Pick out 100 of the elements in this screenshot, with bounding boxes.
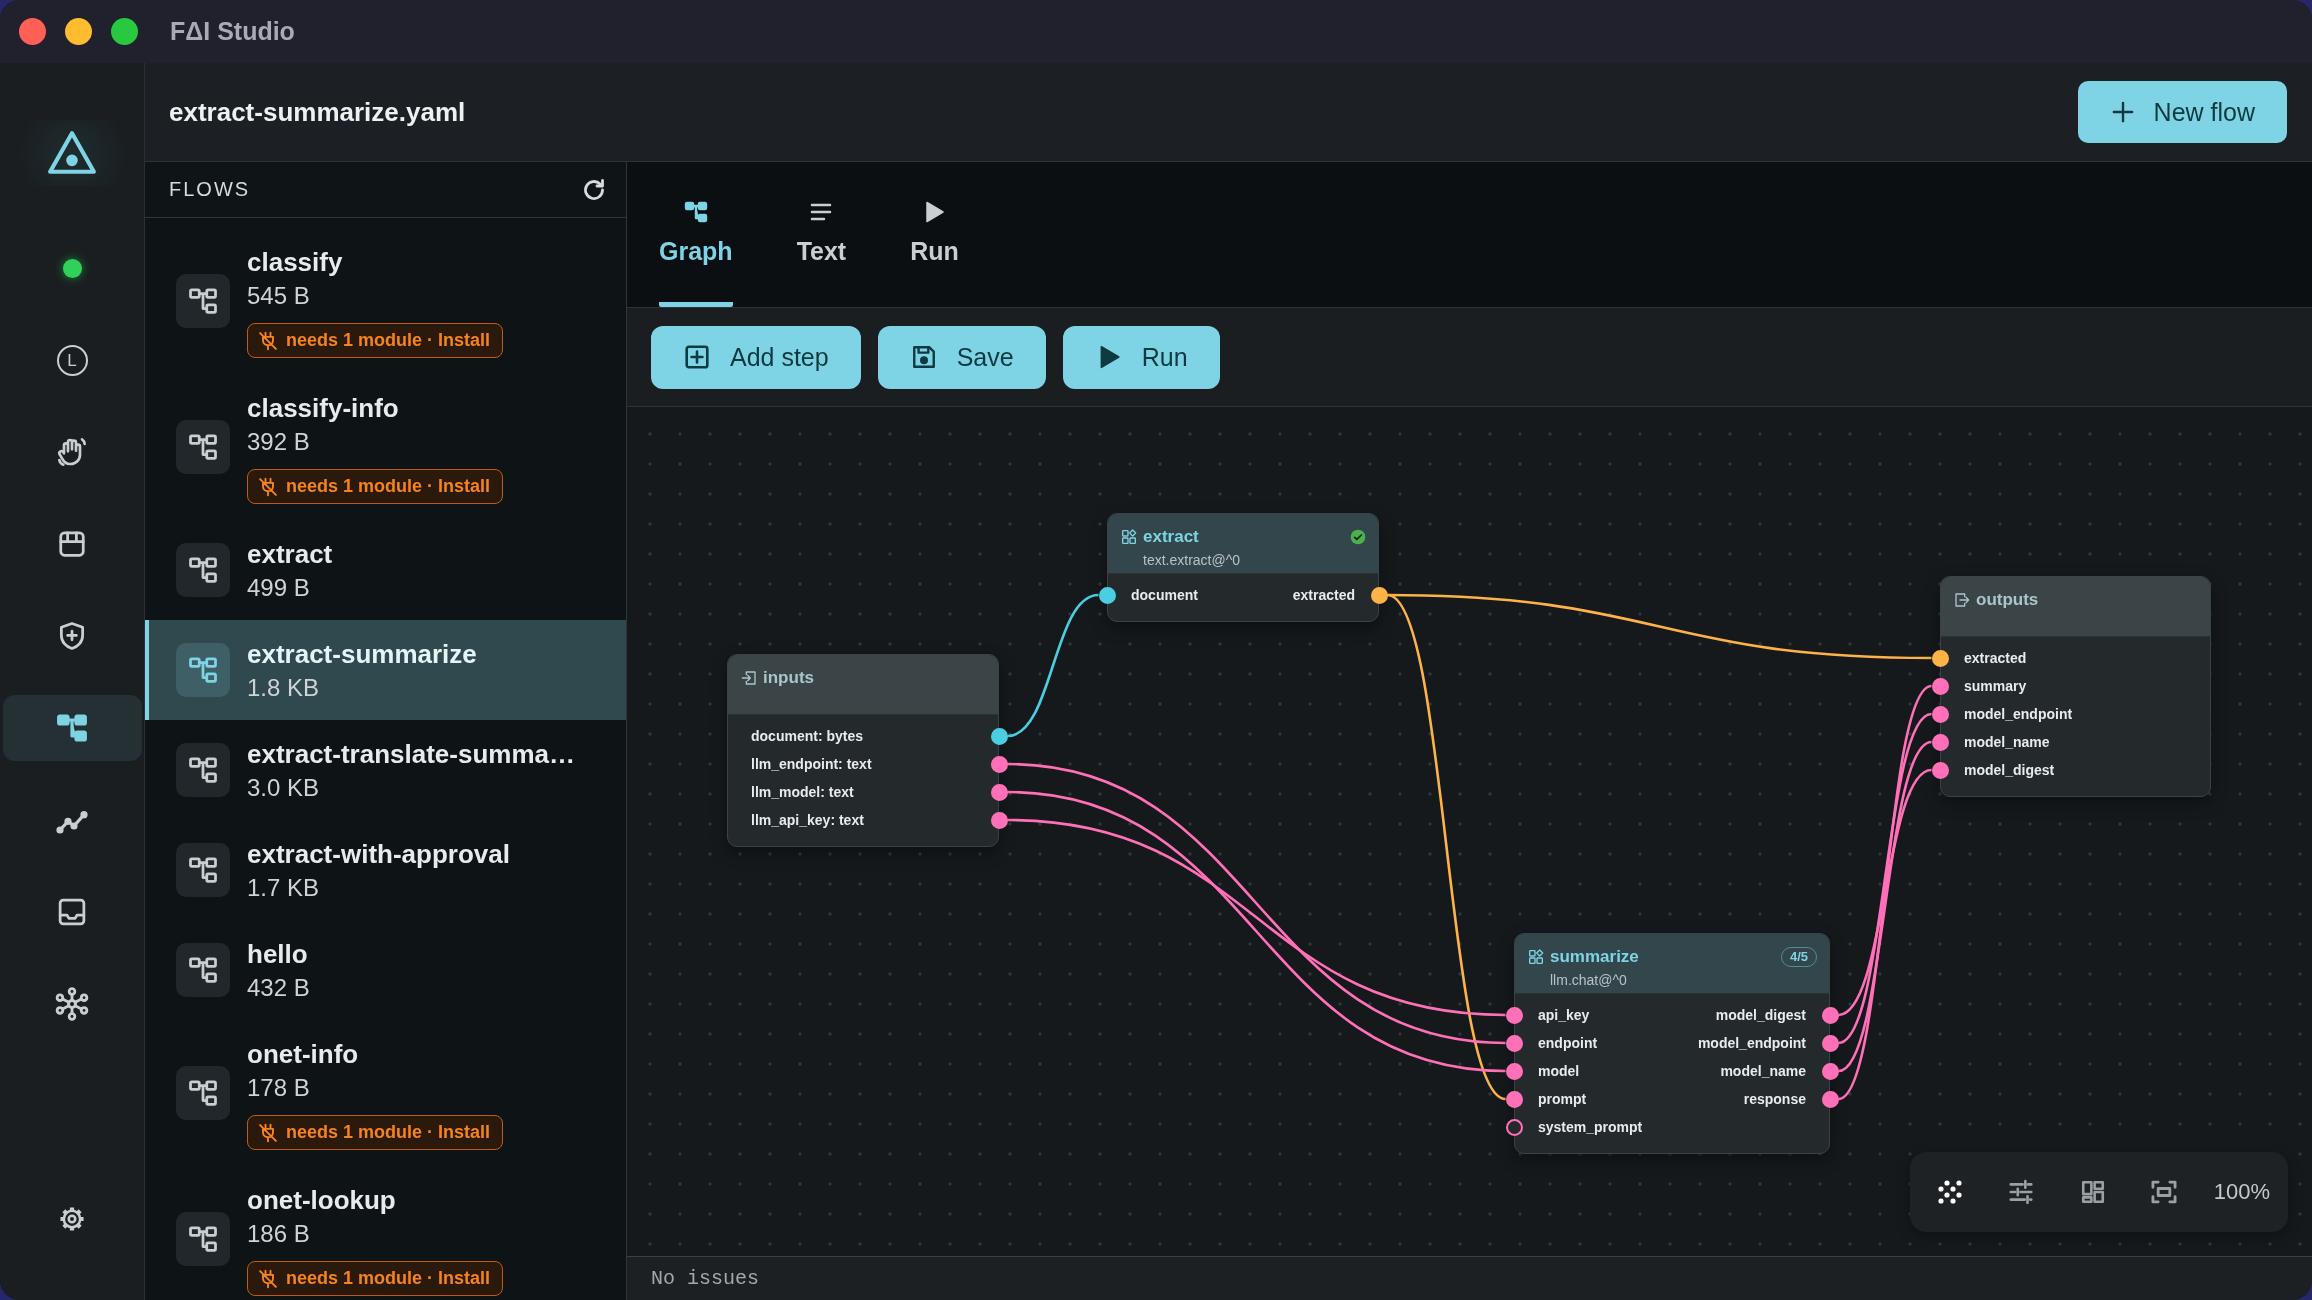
minimize-window-button[interactable] — [65, 18, 92, 45]
dots-pattern-icon — [1938, 1180, 1962, 1204]
unplugged-icon — [258, 476, 278, 497]
missing-module-badge[interactable]: needs 1 module · Install — [247, 1115, 504, 1150]
nav-button[interactable]: L — [2, 327, 142, 393]
waving-hand-icon — [56, 436, 88, 468]
file-size: 432 B — [247, 973, 310, 1003]
flow-list-item[interactable]: classify 545 B needs 1 module · Install — [145, 228, 626, 374]
flow-graph-icon — [176, 543, 230, 597]
flow-list-item[interactable]: onet-lookup 186 B needs 1 module · Install — [145, 1166, 626, 1300]
network-hub-icon — [55, 987, 89, 1021]
port-label: model_digest — [1964, 762, 2055, 778]
refresh-icon — [582, 177, 606, 202]
flow-list-item[interactable]: extract-summarize 1.8 KB — [145, 620, 626, 720]
run-button[interactable]: Run — [1062, 325, 1220, 389]
editor-tab[interactable]: Text — [796, 162, 847, 307]
port-label: prompt — [1538, 1091, 1587, 1107]
file-size: 392 B — [247, 427, 310, 457]
flow-graph-icon — [56, 712, 88, 744]
add-step-button[interactable]: Add step — [651, 325, 861, 389]
node-title: extract — [1143, 527, 1199, 547]
plus-square-icon — [684, 344, 710, 370]
zoom-level: 100% — [2213, 1179, 2270, 1205]
sliders-icon — [2008, 1179, 2035, 1205]
node-title: summarize — [1550, 947, 1639, 967]
flow-list-item[interactable]: onet-info 178 B needs 1 module · Install — [145, 1020, 626, 1166]
port-label: model_digest — [1715, 1007, 1806, 1023]
file-size: 1.8 KB — [247, 673, 320, 703]
flow-list-item[interactable]: hello 432 B — [145, 920, 626, 1020]
node-subtitle: llm.chat@^0 — [1550, 972, 1627, 988]
nav-button[interactable] — [2, 695, 142, 761]
shapes-icon — [1121, 529, 1137, 545]
flow-graph-icon — [176, 420, 230, 474]
flow-name: classify — [247, 246, 343, 279]
port-label: llm_api_key: text — [751, 812, 864, 828]
layout-grid-icon — [2079, 1179, 2106, 1205]
panel-title: FLOWS — [169, 178, 251, 201]
flow-list-item[interactable]: classify-info 392 B needs 1 module · Install — [145, 374, 626, 520]
exit-box-icon — [1954, 592, 1970, 608]
editor-tab[interactable]: Run — [910, 162, 959, 307]
settings-icon — [58, 1205, 86, 1233]
flow-name: extract-with-approval — [247, 838, 510, 871]
flow-name: classify-info — [247, 392, 399, 425]
unplugged-icon — [258, 330, 278, 351]
flow-graph-icon — [176, 643, 230, 697]
save-button[interactable]: Save — [877, 325, 1046, 389]
shield-plus-icon — [57, 621, 87, 651]
app-title: FΔI Studio — [170, 17, 295, 46]
flow-graph-icon — [176, 843, 230, 897]
port-label: document — [1131, 587, 1198, 603]
file-size: 178 B — [247, 1073, 310, 1103]
flow-graph-icon — [683, 200, 708, 224]
port-label: extracted — [1964, 650, 2027, 666]
storefront-icon — [57, 529, 87, 559]
missing-module-badge[interactable]: needs 1 module · Install — [247, 469, 504, 504]
port-label: llm_model: text — [751, 784, 854, 800]
unplugged-icon — [258, 1268, 278, 1289]
file-name: extract-summarize.yaml — [169, 96, 466, 128]
port-label: api_key — [1538, 1007, 1590, 1023]
flow-name: extract-translate-summa… — [247, 738, 575, 771]
flow-name: extract — [247, 538, 333, 571]
refresh-button[interactable] — [582, 177, 606, 202]
file-size: 545 B — [247, 281, 310, 311]
flow-name: onet-info — [247, 1038, 359, 1071]
inbox-tray-icon — [57, 897, 87, 927]
port-label: model_name — [1964, 734, 2050, 750]
fit-view-icon — [2150, 1178, 2179, 1206]
flow-graph-icon — [176, 1066, 230, 1120]
status-message: No issues — [651, 1267, 760, 1290]
flow-list-item[interactable]: extract-translate-summa… 3.0 KB — [145, 720, 626, 820]
close-window-button[interactable] — [19, 18, 46, 45]
port-label: model_name — [1720, 1063, 1806, 1079]
port-label: model — [1538, 1063, 1580, 1079]
new-flow-button[interactable]: New flow — [2077, 81, 2287, 143]
missing-module-badge[interactable]: needs 1 module · Install — [247, 1261, 504, 1296]
flow-list-item[interactable]: extract 499 B — [145, 520, 626, 620]
enter-box-icon — [741, 670, 757, 686]
flow-name: extract-summarize — [247, 638, 477, 671]
zoom-window-button[interactable] — [111, 18, 138, 45]
flow-graph-icon — [176, 943, 230, 997]
file-size: 1.7 KB — [247, 873, 320, 903]
node-title: outputs — [1976, 590, 2039, 610]
unplugged-icon — [258, 1122, 278, 1143]
node-subtitle: text.extract@^0 — [1143, 552, 1241, 568]
port-label: summary — [1964, 678, 2027, 694]
plus-icon — [2111, 101, 2134, 123]
shapes-icon — [1528, 949, 1544, 965]
missing-module-badge[interactable]: needs 1 module · Install — [247, 323, 504, 358]
file-size: 3.0 KB — [247, 773, 320, 803]
port-label: endpoint — [1538, 1035, 1598, 1051]
node-title: inputs — [763, 668, 814, 688]
port-label: document: bytes — [751, 728, 863, 744]
letter-badge: L — [56, 344, 88, 376]
port-label: response — [1743, 1091, 1806, 1107]
file-size: 499 B — [247, 573, 310, 603]
flow-list-item[interactable]: extract-with-approval 1.7 KB — [145, 820, 626, 920]
port-label: system_prompt — [1538, 1119, 1643, 1135]
port-label: extracted — [1292, 587, 1355, 603]
flow-name: hello — [247, 938, 308, 971]
port-label: llm_endpoint: text — [751, 756, 872, 772]
